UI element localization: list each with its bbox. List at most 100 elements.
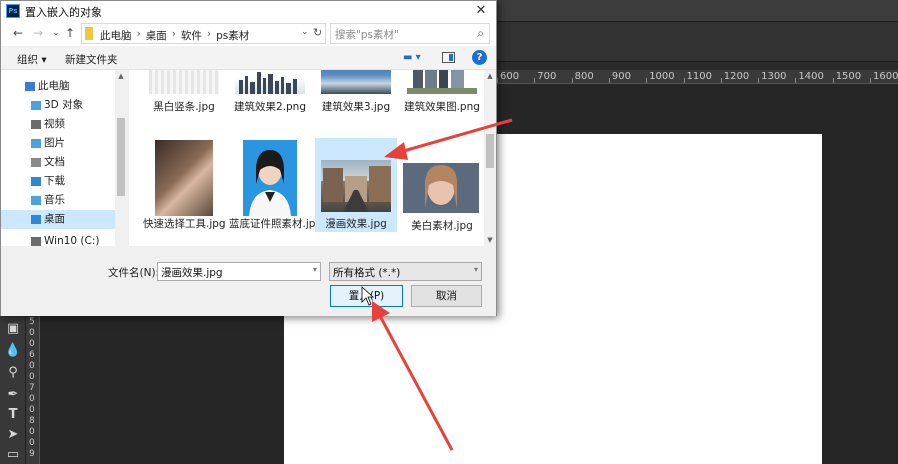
downloads-folder-icon — [31, 177, 41, 186]
nav-scrollbar-thumb[interactable] — [117, 118, 125, 196]
navigation-pane: 此电脑 3D 对象 视频 图片 文档 下载 音乐 桌面 Win10 (C:) ▲ — [1, 70, 127, 246]
search-input[interactable]: 搜索"ps素材" ⌕ — [330, 23, 490, 44]
file-item[interactable]: 建筑效果图.png — [401, 70, 483, 128]
file-name: 漫画效果.jpg — [325, 218, 387, 230]
ruler-tick-label: 1400 — [798, 71, 824, 82]
sidebar-item-video[interactable]: 视频 — [1, 115, 115, 134]
ruler-tick-mark — [758, 78, 760, 83]
file-thumbnail — [403, 163, 479, 213]
photoshop-options-bar — [497, 22, 898, 62]
recent-dropdown-icon[interactable]: ⌄ — [49, 25, 63, 41]
file-item[interactable]: 建筑效果3.jpg — [315, 70, 397, 128]
sidebar-item-music[interactable]: 音乐 — [1, 191, 115, 210]
file-name: 蓝底证件照素材.jpg — [229, 218, 323, 230]
navigation-bar: ← → ⌄ ↑ 此电脑 › 桌面 › 软件 › ps素材 ⌄ ↻ 搜索"ps素材" ⌕ — [1, 21, 496, 46]
file-item[interactable]: 黑白竖条.jpg — [143, 70, 225, 128]
tools-panel: ▣ 💧 ⚲ ✒ T ➤ ▭ — [0, 316, 26, 464]
nav-scrollbar[interactable]: ▲ — [115, 70, 127, 246]
up-arrow-icon[interactable]: ↑ — [63, 25, 77, 41]
breadcrumb-item-software[interactable]: 软件 — [181, 28, 202, 43]
filename-field[interactable]: 漫画效果.jpg ▾ — [157, 262, 321, 281]
filename-label: 文件名(N): — [108, 267, 160, 279]
folder-icon — [85, 27, 93, 40]
gradient-tool-icon[interactable]: ▣ — [4, 320, 22, 338]
place-embedded-dialog: Ps 置入嵌入的对象 ✕ ← → ⌄ ↑ 此电脑 › 桌面 › 软件 › ps素材 ⌄… — [0, 0, 497, 316]
organize-button[interactable]: 组织 ▾ — [17, 52, 47, 67]
file-item[interactable]: 美白素材.jpg — [401, 140, 483, 232]
vertical-ruler-tick-label: 0 — [29, 405, 35, 415]
ruler-tick-label: 1500 — [835, 71, 862, 82]
desktop-folder-icon — [31, 215, 41, 224]
chevron-down-icon[interactable]: ▾ — [474, 265, 478, 274]
file-list: 黑白竖条.jpg 建筑效果2.png 建筑效果3.jpg 建筑效果图.png 快… — [129, 70, 496, 246]
sidebar-item-drive-c[interactable]: Win10 (C:) — [1, 232, 115, 246]
file-item-selected[interactable]: 漫画效果.jpg — [315, 138, 397, 232]
scroll-up-icon[interactable]: ▲ — [484, 70, 496, 82]
vertical-ruler-tick-label: 0 — [29, 372, 35, 382]
file-item[interactable]: 快速选择工具.jpg — [143, 140, 226, 230]
breadcrumb-item-ps-assets[interactable]: ps素材 — [216, 28, 249, 43]
file-thumbnail — [155, 140, 213, 216]
file-scrollbar-thumb[interactable] — [486, 134, 494, 168]
place-button[interactable]: 置入(P) — [330, 285, 403, 307]
photoshop-app-icon: Ps — [6, 4, 20, 18]
chevron-down-icon[interactable]: ▾ — [313, 265, 317, 274]
sidebar-item-downloads[interactable]: 下载 — [1, 172, 115, 191]
new-folder-button[interactable]: 新建文件夹 — [65, 52, 118, 67]
file-type-select[interactable]: 所有格式 (*.*) ▾ — [329, 262, 482, 281]
pen-tool-icon[interactable]: ✒ — [4, 386, 22, 404]
vertical-ruler-tick-label: 8 — [29, 416, 35, 426]
ruler-tick-mark — [795, 78, 797, 83]
file-item[interactable]: 建筑效果2.png — [229, 70, 311, 128]
search-icon[interactable]: ⌕ — [477, 26, 484, 41]
file-thumbnail — [243, 140, 297, 216]
back-arrow-icon[interactable]: ← — [11, 25, 25, 41]
forward-arrow-icon[interactable]: → — [31, 25, 45, 41]
type-tool-icon[interactable]: T — [4, 406, 22, 424]
file-thumbnail — [407, 70, 477, 94]
scroll-up-icon[interactable]: ▲ — [115, 70, 127, 82]
dodge-tool-icon[interactable]: ⚲ — [4, 364, 22, 382]
horizontal-ruler: 600 700 800 900 1000 1100 1200 1300 1400 1500 1600 — [497, 70, 898, 84]
scroll-down-icon[interactable]: ▼ — [484, 234, 496, 246]
help-icon[interactable]: ? — [472, 50, 487, 65]
pictures-folder-icon — [31, 139, 41, 148]
sidebar-item-pictures[interactable]: 图片 — [1, 134, 115, 153]
filename-value: 漫画效果.jpg — [161, 267, 223, 279]
sidebar-item-documents[interactable]: 文档 — [1, 153, 115, 172]
file-name: 建筑效果图.png — [404, 101, 480, 113]
file-list-scrollbar[interactable]: ▲ ▼ — [484, 70, 496, 246]
cancel-button[interactable]: 取消 — [411, 285, 482, 307]
search-placeholder: 搜索"ps素材" — [335, 29, 399, 41]
breadcrumb: 此电脑 › 桌面 › 软件 › ps素材 — [100, 28, 250, 43]
path-selection-tool-icon[interactable]: ➤ — [4, 426, 22, 444]
file-item[interactable]: 蓝底证件照素材.jpg — [229, 140, 322, 230]
document-tab-bar — [497, 62, 898, 70]
sidebar-item-desktop[interactable]: 桌面 — [1, 210, 115, 229]
dialog-title: 置入嵌入的对象 — [25, 6, 102, 19]
ruler-tick-label: 600 — [500, 71, 520, 82]
vertical-ruler-tick-label: 5 — [29, 317, 35, 327]
ruler-tick-mark — [534, 78, 536, 83]
sidebar-item-this-pc[interactable]: 此电脑 — [1, 77, 115, 96]
file-thumbnail — [149, 70, 219, 94]
ruler-tick-label: 1300 — [761, 71, 787, 82]
file-thumbnail — [235, 70, 305, 94]
view-options-icon[interactable]: ▬ ▾ — [403, 52, 423, 64]
computer-icon — [25, 82, 35, 91]
ruler-tick-label: 1000 — [649, 71, 675, 82]
refresh-icon[interactable]: ↻ — [313, 26, 322, 39]
blur-tool-icon[interactable]: 💧 — [4, 342, 22, 360]
breadcrumb-item-pc[interactable]: 此电脑 — [100, 28, 132, 43]
chevron-down-icon[interactable]: ⌄ — [301, 27, 309, 37]
file-name: 建筑效果2.png — [233, 101, 306, 113]
address-bar[interactable]: 此电脑 › 桌面 › 软件 › ps素材 ⌄ ↻ — [81, 23, 326, 44]
dialog-titlebar[interactable]: Ps 置入嵌入的对象 ✕ — [1, 1, 496, 21]
vertical-ruler-tick-label: 0 — [29, 427, 35, 437]
preview-pane-icon[interactable] — [442, 52, 455, 63]
sidebar-item-3d-objects[interactable]: 3D 对象 — [1, 96, 115, 115]
ruler-tick-label: 700 — [537, 71, 557, 82]
close-button[interactable]: ✕ — [472, 2, 490, 20]
rectangle-tool-icon[interactable]: ▭ — [4, 446, 22, 464]
breadcrumb-item-desktop[interactable]: 桌面 — [146, 28, 167, 43]
